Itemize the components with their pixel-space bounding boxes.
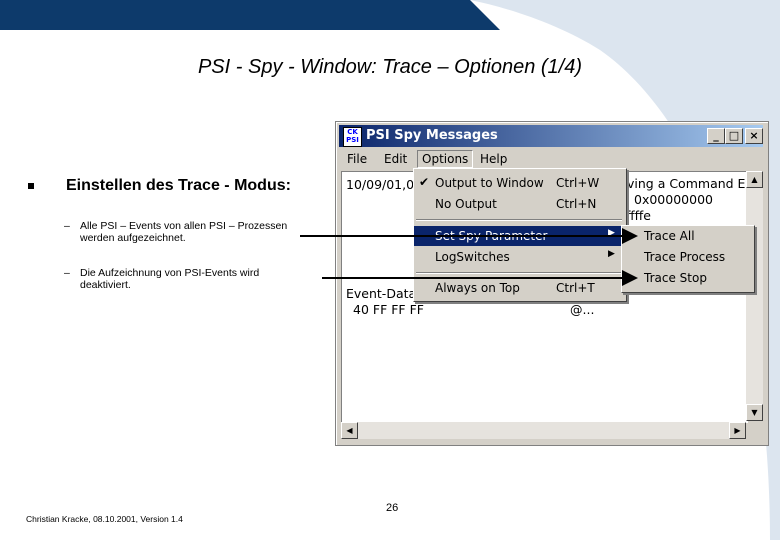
page-number: 26 (386, 502, 399, 514)
pointer-arrows (300, 228, 638, 286)
footer-author: Christian Kracke, 08.10.2001, Version 1.… (26, 514, 183, 524)
